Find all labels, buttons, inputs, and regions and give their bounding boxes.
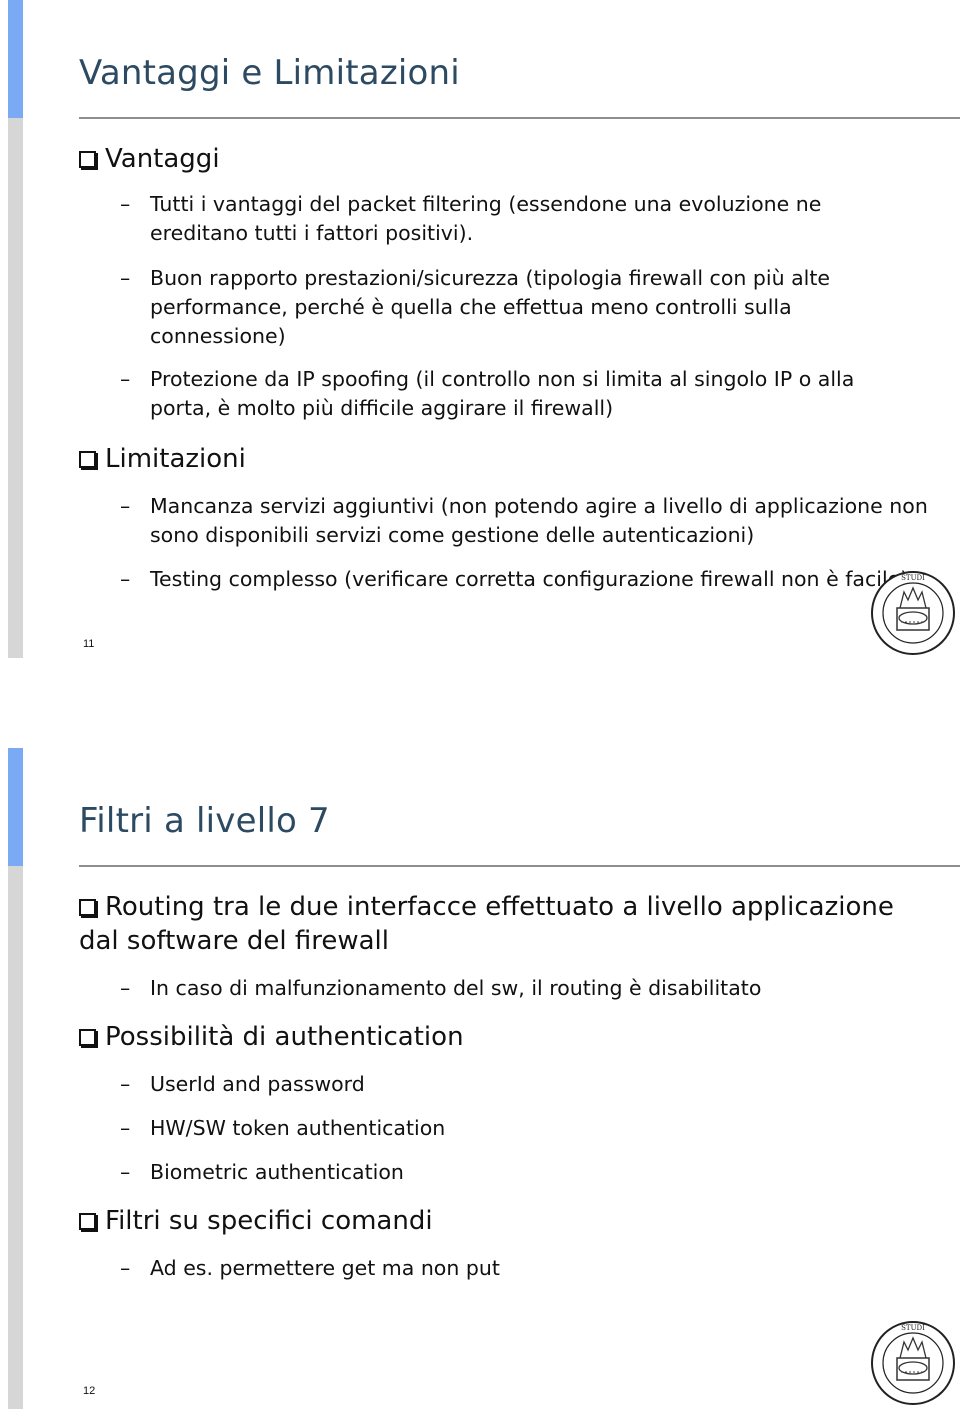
checkbox-square-icon <box>79 1029 96 1046</box>
dash: – <box>120 1072 131 1096</box>
checkbox-square-icon <box>79 451 96 468</box>
page-number: 12 <box>83 1385 96 1397</box>
checkbox-square-icon <box>79 151 96 168</box>
dash: – <box>120 1160 131 1184</box>
list-item: – Testing complesso (verificare corretta… <box>120 565 910 594</box>
list-item-text: Ad es. permettere get ma non put <box>150 1256 500 1280</box>
dash: – <box>120 494 131 518</box>
list-item: – Biometric authentication <box>120 1158 404 1187</box>
university-seal-icon: STUDI <box>870 1320 956 1406</box>
list-item: – Ad es. permettere get ma non put <box>120 1254 500 1283</box>
slide-title: Vantaggi e Limitazioni <box>79 53 460 93</box>
section-heading-text: Filtri su specifici comandi <box>105 1206 433 1236</box>
list-item: – Mancanza servizi aggiuntivi (non poten… <box>120 492 940 550</box>
checkbox-square-icon <box>79 1213 96 1230</box>
dash: – <box>120 567 131 591</box>
list-item: – In caso di malfunzionamento del sw, il… <box>120 974 880 1003</box>
list-item-text: Biometric authentication <box>150 1160 404 1184</box>
svg-text:STUDI: STUDI <box>901 1324 925 1332</box>
side-bar <box>8 118 23 658</box>
section-heading-text: Limitazioni <box>105 444 246 474</box>
list-item: – Buon rapporto prestazioni/sicurezza (t… <box>120 264 880 351</box>
title-divider <box>79 865 960 867</box>
list-item-text: In caso di malfunzionamento del sw, il r… <box>150 976 762 1000</box>
list-item-text: Protezione da IP spoofing (il controllo … <box>150 367 855 420</box>
list-item-text: HW/SW token authentication <box>150 1116 446 1140</box>
title-divider <box>79 117 960 119</box>
accent-bar <box>8 748 23 866</box>
list-item-text: Buon rapporto prestazioni/sicurezza (tip… <box>150 266 830 348</box>
list-item-text: Tutti i vantaggi del packet filtering (e… <box>150 192 822 245</box>
section-heading: Filtri su specifici comandi <box>79 1204 433 1238</box>
section-heading: Limitazioni <box>79 442 246 476</box>
list-item: – UserId and password <box>120 1070 365 1099</box>
dash: – <box>120 1116 131 1140</box>
slide-12: Filtri a livello 7 Routing tra le due in… <box>0 748 960 1409</box>
svg-text:STUDI: STUDI <box>901 574 925 582</box>
accent-bar <box>8 0 23 118</box>
university-seal-icon: STUDI <box>870 570 956 656</box>
section-heading-text: Possibilità di authentication <box>105 1022 464 1052</box>
slide-title: Filtri a livello 7 <box>79 801 330 841</box>
dash: – <box>120 266 131 290</box>
list-item: – Protezione da IP spoofing (il controll… <box>120 365 920 423</box>
checkbox-square-icon <box>79 899 96 916</box>
dash: – <box>120 367 131 391</box>
section-heading-text: Routing tra le due interfacce effettuato… <box>79 892 894 956</box>
page-number: 11 <box>83 638 95 650</box>
list-item: – Tutti i vantaggi del packet filtering … <box>120 190 880 248</box>
slide-11: Vantaggi e Limitazioni Vantaggi – Tutti … <box>0 0 960 660</box>
list-item: – HW/SW token authentication <box>120 1114 445 1143</box>
side-bar <box>8 866 23 1409</box>
list-item-text: UserId and password <box>150 1072 365 1096</box>
list-item-text: Testing complesso (verificare corretta c… <box>150 567 909 591</box>
dash: – <box>120 1256 131 1280</box>
dash: – <box>120 192 131 216</box>
section-heading: Vantaggi <box>79 142 220 176</box>
list-item-text: Mancanza servizi aggiuntivi (non potendo… <box>150 494 928 547</box>
dash: – <box>120 976 131 1000</box>
section-heading-text: Vantaggi <box>105 144 220 174</box>
section-heading: Possibilità di authentication <box>79 1020 464 1054</box>
section-heading: Routing tra le due interfacce effettuato… <box>79 890 929 958</box>
